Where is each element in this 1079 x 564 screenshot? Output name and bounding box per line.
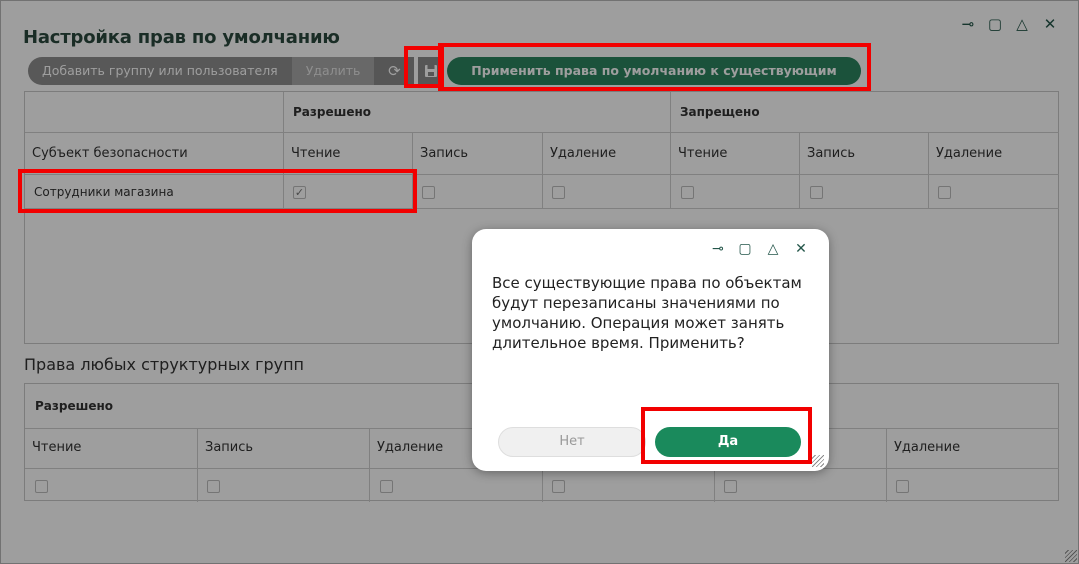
maximize-icon[interactable]: ▢ <box>737 241 753 257</box>
highlight-subject-row <box>18 169 417 213</box>
highlight-yes <box>641 407 812 464</box>
close-icon[interactable]: ✕ <box>793 241 809 257</box>
dialog-resize-handle[interactable] <box>812 455 824 467</box>
collapse-icon[interactable]: △ <box>765 241 781 257</box>
dialog-message: Все существующие права по объектам будут… <box>492 274 802 352</box>
pin-icon[interactable]: ⊸ <box>710 241 726 257</box>
highlight-apply <box>438 43 871 91</box>
no-button[interactable]: Нет <box>498 427 646 457</box>
